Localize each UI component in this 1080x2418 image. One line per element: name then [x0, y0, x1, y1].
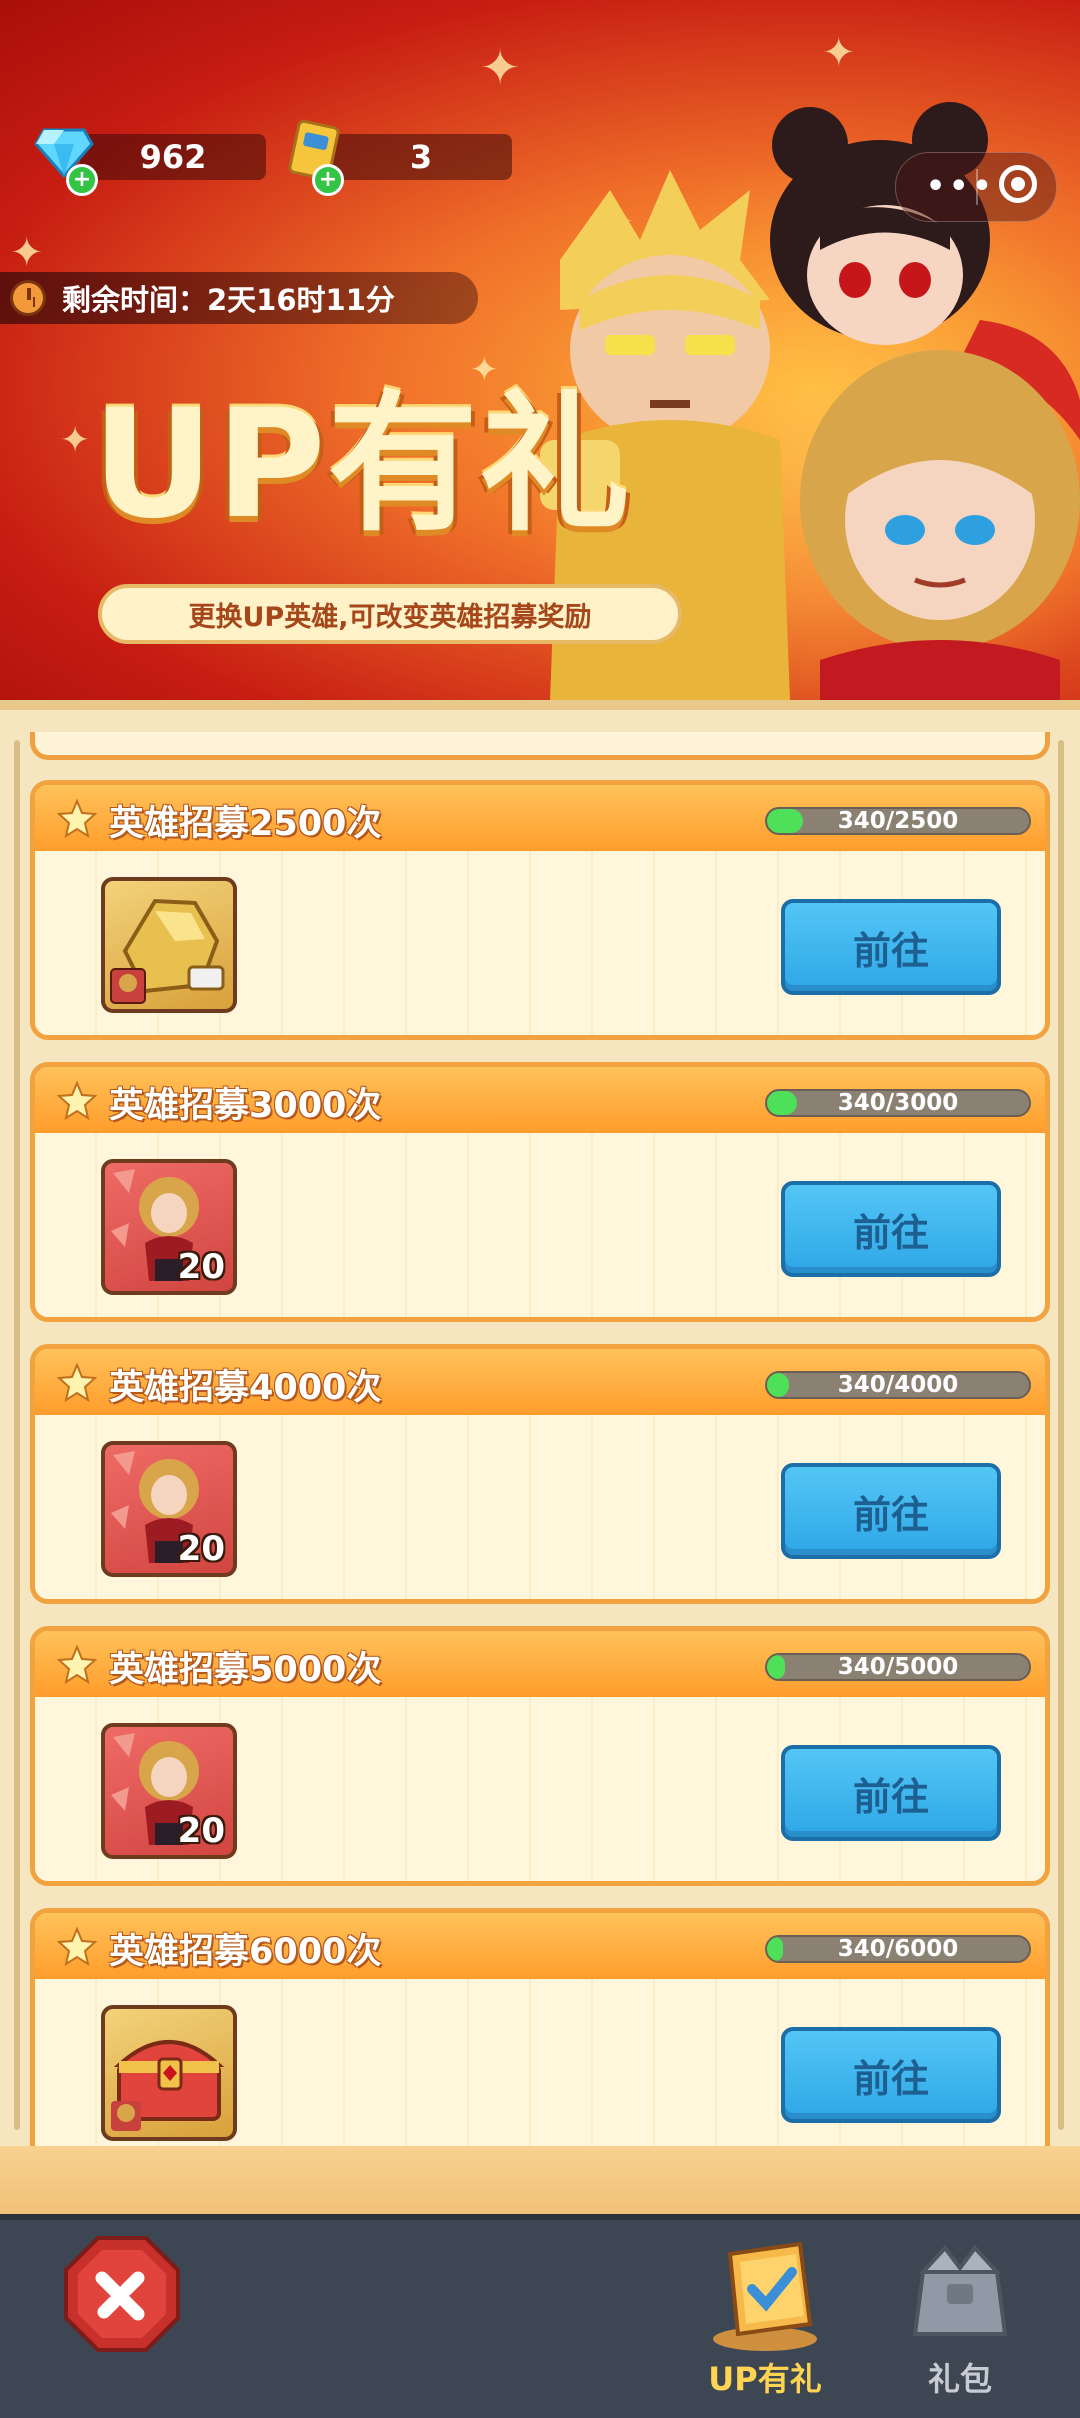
treasure-chest-icon [105, 2009, 233, 2141]
task-card: 英雄招募4000次 340/4000 20 前往 [30, 1344, 1050, 1604]
capsule-divider [976, 169, 978, 205]
go-button[interactable]: 前往 [781, 2027, 1001, 2123]
reward-count: 20 [177, 1529, 225, 1569]
list-footer-bar [0, 2146, 1080, 2216]
task-card-header: 英雄招募2500次 340/2500 [35, 785, 1045, 851]
reward-item[interactable]: 20 [101, 1159, 237, 1295]
task-card: 英雄招募6000次 340/6000 前往 [30, 1908, 1050, 2168]
up-gift-tab-icon [713, 2241, 817, 2351]
sparkle-icon: ✦ [10, 230, 44, 276]
reward-count: 20 [177, 1811, 225, 1851]
miniprogram-capsule: ••• [895, 152, 1057, 222]
close-miniprogram-icon[interactable] [999, 165, 1037, 203]
task-progress-text: 340/4000 [837, 1372, 959, 1398]
ticket-counter: 3 [330, 134, 512, 180]
task-card: 英雄招募2500次 340/2500 前往 [30, 780, 1050, 1040]
add-ticket-icon[interactable]: + [312, 164, 344, 196]
star-icon [57, 1081, 97, 1121]
reward-item[interactable] [101, 2005, 237, 2141]
tab-up-gift[interactable]: UP有礼 [690, 2234, 840, 2398]
task-title: 英雄招募4000次 [109, 1368, 382, 1408]
star-icon [57, 1363, 97, 1403]
sparkle-icon: ✦ [822, 30, 856, 76]
star-icon [57, 1645, 97, 1685]
task-progress-text: 340/3000 [837, 1090, 959, 1116]
diamond-counter: 962 [80, 134, 266, 180]
go-button[interactable]: 前往 [781, 899, 1001, 995]
task-progress-bar: 340/3000 [765, 1089, 1031, 1117]
go-button[interactable]: 前往 [781, 1745, 1001, 1841]
reward-item[interactable]: 20 [101, 1723, 237, 1859]
reward-count: 20 [177, 1247, 225, 1287]
task-title: 英雄招募3000次 [109, 1086, 382, 1126]
remaining-time-bar: 剩余时间：2天16时11分 [0, 272, 478, 324]
task-progress-bar: 340/6000 [765, 1935, 1031, 1963]
add-diamond-icon[interactable]: + [66, 164, 98, 196]
clock-icon [10, 280, 46, 316]
list-border-right [1058, 740, 1064, 2130]
reward-item[interactable]: 20 [101, 1441, 237, 1577]
tab-gift-pack-label: 礼包 [927, 2360, 992, 2398]
task-card-header: 英雄招募3000次 340/3000 [35, 1067, 1045, 1133]
ticket-count: 3 [409, 138, 433, 176]
task-card-header: 英雄招募5000次 340/5000 [35, 1631, 1045, 1697]
star-icon [57, 799, 97, 839]
sparkle-icon: ✦ [60, 420, 91, 461]
gift-pack-tab-icon [912, 2244, 1008, 2336]
event-title: UP有礼 [92, 378, 632, 552]
task-progress-text: 340/2500 [837, 808, 959, 834]
gold-hero-shard-icon [105, 881, 233, 1013]
task-card: 英雄招募3000次 340/3000 20 前往 [30, 1062, 1050, 1322]
tab-up-gift-label: UP有礼 [708, 2360, 822, 2398]
more-options-icon[interactable]: ••• [926, 169, 996, 204]
remaining-time-text: 剩余时间：2天16时11分 [62, 283, 395, 317]
task-progress-bar: 340/4000 [765, 1371, 1031, 1399]
list-border-left [14, 740, 20, 2130]
task-title: 英雄招募5000次 [109, 1650, 382, 1690]
hero-blonde-woman-icon [800, 350, 1080, 700]
diamond-count: 962 [139, 138, 207, 176]
close-button[interactable] [64, 2236, 180, 2352]
sparkle-icon: ✦ [480, 40, 521, 96]
task-title: 英雄招募6000次 [109, 1932, 382, 1972]
task-title: 英雄招募2500次 [109, 804, 382, 844]
star-icon [57, 1927, 97, 1967]
task-card-header: 英雄招募4000次 340/4000 [35, 1349, 1045, 1415]
go-button[interactable]: 前往 [781, 1181, 1001, 1277]
event-subtitle: 更换UP英雄,可改变英雄招募奖励 [98, 584, 682, 644]
tab-gift-pack[interactable]: 礼包 [885, 2234, 1035, 2398]
go-button[interactable]: 前往 [781, 1463, 1001, 1559]
task-progress-bar: 340/5000 [765, 1653, 1031, 1681]
task-card-header: 英雄招募6000次 340/6000 [35, 1913, 1045, 1979]
event-banner: ✦ ✦ ✦ ✦ ✦ ✦ [0, 0, 1080, 700]
task-card: 英雄招募5000次 340/5000 20 前往 [30, 1626, 1050, 1886]
task-progress-text: 340/5000 [837, 1654, 959, 1680]
task-progress-bar: 340/2500 [765, 807, 1031, 835]
previous-card-edge [30, 732, 1050, 760]
task-progress-text: 340/6000 [837, 1936, 959, 1962]
reward-item[interactable] [101, 877, 237, 1013]
event-subtitle-text: 更换UP英雄,可改变英雄招募奖励 [188, 601, 592, 633]
